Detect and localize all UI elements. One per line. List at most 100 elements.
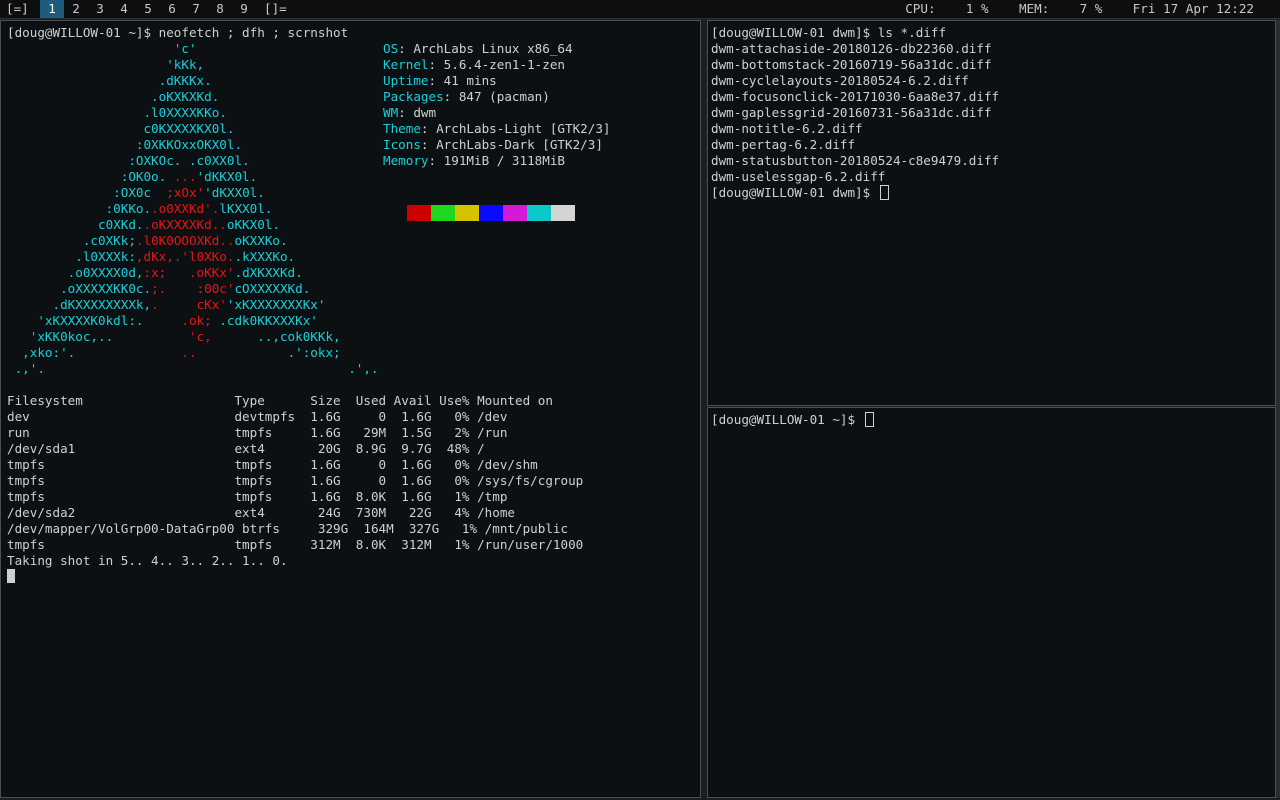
tag-2[interactable]: 2: [64, 0, 88, 18]
info-icons: Icons: ArchLabs-Dark [GTK2/3]: [383, 137, 603, 153]
df-header: Filesystem Type Size Used Avail Use% Mou…: [7, 393, 553, 408]
logo-segment: ;xOx': [166, 185, 205, 200]
terminal-cursor: [864, 412, 874, 427]
wallpaper: [1276, 20, 1280, 798]
info-os: OS: ArchLabs Linux x86_64: [383, 41, 573, 57]
logo-segment: oKXXKo.: [234, 233, 288, 248]
logo-line: 'kKk,: [7, 57, 204, 73]
logo-segment: .oKXKXKd.: [7, 89, 220, 104]
logo-segment: :OX0c: [7, 185, 167, 200]
tag-5[interactable]: 5: [136, 0, 160, 18]
terminal-neofetch[interactable]: [doug@WILLOW-01 ~]$ neofetch ; dfh ; scr…: [0, 20, 701, 798]
terminal-cursor: [879, 185, 889, 200]
logo-segment: .,'.: [7, 361, 45, 376]
df-row: dev devtmpfs 1.6G 0 1.6G 0% /dev: [7, 409, 508, 424]
file-entry: dwm-statusbutton-20180524-c8e9479.diff: [711, 153, 1000, 168]
prompt-line: [doug@WILLOW-01 ~]$ neofetch ; dfh ; scr…: [7, 25, 349, 40]
logo-segment: :0XKKOxxOKX0l.: [7, 137, 243, 152]
layout-symbol-tile[interactable]: []=: [264, 0, 287, 18]
df-row: tmpfs tmpfs 1.6G 0 1.6G 0% /sys/fs/cgrou…: [7, 473, 584, 488]
logo-segment: ,dKx,.'l0XKo.: [135, 249, 235, 264]
terminal-home[interactable]: [doug@WILLOW-01 ~]$: [707, 407, 1276, 798]
info-kernel: Kernel: 5.6.4-zen1-1-zen: [383, 57, 565, 73]
df-row: tmpfs tmpfs 1.6G 8.0K 1.6G 1% /tmp: [7, 489, 508, 504]
info-key: Icons: [383, 137, 421, 152]
info-wm: WM: dwm: [383, 105, 436, 121]
info-value: 41 mins: [436, 73, 497, 88]
color-swatch: [479, 205, 503, 221]
color-swatch: [431, 205, 455, 221]
logo-line: 'xKXXXXK0kdl:. .ok; .cdk0KKXXXKx': [7, 313, 318, 329]
tag-9[interactable]: 9: [232, 0, 256, 18]
df-row: /dev/mapper/VolGrp00-DataGrp00 btrfs 329…: [7, 521, 569, 536]
logo-segment: ..: [75, 345, 197, 360]
info-uptime: Uptime: 41 mins: [383, 73, 497, 89]
logo-line: :0KKo..o0XXKd'.lKXX0l.: [7, 201, 273, 217]
logo-line: :OXKOc. .c0XX0l.: [7, 153, 249, 169]
dwm-status-bar: [=] 123456789 []= CPU: 1 % MEM: 7 % Fri …: [0, 0, 1280, 19]
color-swatch: [407, 205, 431, 221]
info-colon: :: [420, 121, 429, 136]
logo-segment: 'xKXXXXXXXKx': [226, 297, 326, 312]
tag-1[interactable]: 1: [40, 0, 64, 18]
prompt-text: [doug@WILLOW-01 dwm]$: [711, 185, 878, 200]
info-memory: Memory: 191MiB / 3118MiB: [383, 153, 565, 169]
logo-line: .dKXXXXXXXXk,. cKx''xKXXXXXXXKx': [7, 297, 325, 313]
logo-segment: :x; .oKKx': [143, 265, 235, 280]
logo-segment: 'c,: [113, 329, 227, 344]
tag-8[interactable]: 8: [208, 0, 232, 18]
df-row: /dev/sda1 ext4 20G 8.9G 9.7G 48% /: [7, 441, 485, 456]
tag-6[interactable]: 6: [160, 0, 184, 18]
info-value: 847 (pacman): [451, 89, 550, 104]
logo-segment: .l0K0OOOXKd..: [135, 233, 235, 248]
logo-segment: .',.: [44, 361, 379, 376]
file-entry: dwm-bottomstack-20160719-56a31dc.diff: [711, 57, 992, 72]
tag-7[interactable]: 7: [184, 0, 208, 18]
logo-segment: c0KXXXXKX0l.: [7, 121, 235, 136]
logo-segment: .dKKKx.: [7, 73, 212, 88]
logo-line: .o0XXXX0d,:x; .oKKx'.dXKXXKd.: [7, 265, 303, 281]
prompt-line: [doug@WILLOW-01 ~]$: [711, 412, 874, 428]
info-key: Theme: [383, 121, 421, 136]
logo-segment: lKXX0l.: [219, 201, 273, 216]
file-entry: dwm-uselessgap-6.2.diff: [711, 169, 886, 184]
df-row: /dev/sda2 ext4 24G 730M 22G 4% /home: [7, 505, 515, 520]
info-colon: :: [420, 137, 429, 152]
logo-segment: 'xKK0koc,..: [7, 329, 114, 344]
terminal-dwm-diffs[interactable]: [doug@WILLOW-01 dwm]$ ls *.diff dwm-attac…: [707, 20, 1276, 406]
logo-segment: c0XKd.: [7, 217, 144, 232]
color-swatch: [503, 205, 527, 221]
info-colon: :: [428, 57, 437, 72]
logo-segment: 'dKXX0l.: [204, 185, 265, 200]
info-packages: Packages: 847 (pacman): [383, 89, 550, 105]
color-swatch: [551, 205, 575, 221]
logo-segment: .ok;: [143, 313, 220, 328]
logo-segment: 'dKKX0l.: [196, 169, 258, 184]
info-colon: :: [428, 73, 437, 88]
logo-line: .c0XKk;.l0K0OOOXKd..oKXXKo.: [7, 233, 288, 249]
logo-line: :OK0o. ...'dKKX0l.: [7, 169, 258, 185]
logo-line: ,xko:'. .. .':okx;: [7, 345, 340, 361]
info-theme: Theme: ArchLabs-Light [GTK2/3]: [383, 121, 611, 137]
logo-line: c0KXXXXKX0l.: [7, 121, 234, 137]
logo-segment: .kXXXKo.: [234, 249, 296, 264]
logo-line: .,'. .',.: [7, 361, 379, 377]
terminal-cursor: [7, 569, 15, 585]
info-key: Memory: [383, 153, 429, 168]
logo-line: :OX0c ;xOx''dKXX0l.: [7, 185, 265, 201]
logo-segment: ...: [173, 169, 197, 184]
logo-line: :0XKKOxxOKX0l.: [7, 137, 242, 153]
tag-4[interactable]: 4: [112, 0, 136, 18]
logo-segment: .o0XXKd'.: [151, 201, 220, 216]
info-value: dwm: [405, 105, 437, 120]
logo-segment: :OK0o.: [7, 169, 174, 184]
file-entry: dwm-attachaside-20180126-db22360.diff: [711, 41, 992, 56]
logo-segment: ..,cok0KKk,: [226, 329, 341, 344]
logo-segment: .c0XKk;: [7, 233, 136, 248]
info-key: Packages: [383, 89, 444, 104]
info-key: WM: [383, 105, 399, 120]
tag-3[interactable]: 3: [88, 0, 112, 18]
layout-symbol[interactable]: [=]: [6, 0, 29, 18]
logo-segment: cOXXXXXKd.: [234, 281, 311, 296]
logo-segment: .oXXXXXKK0c.: [7, 281, 152, 296]
